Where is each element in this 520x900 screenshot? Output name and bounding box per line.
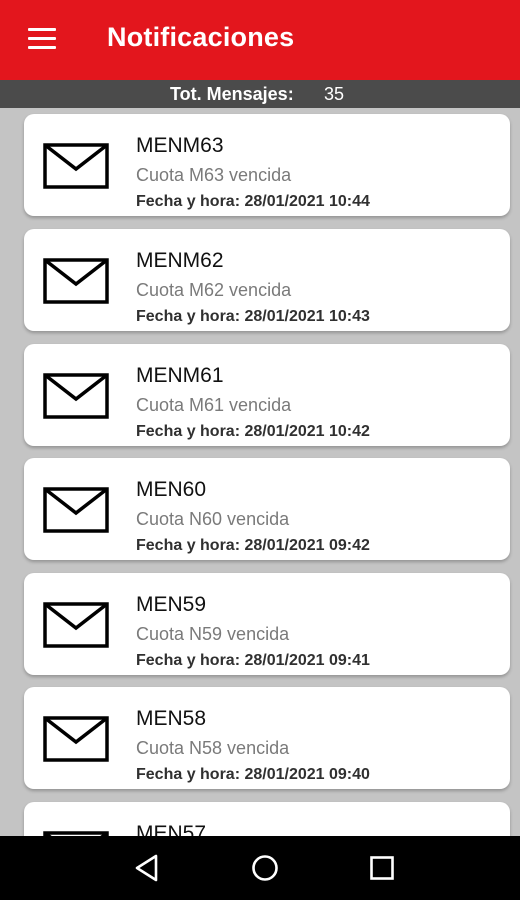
notification-subject: MEN60 (136, 478, 207, 501)
notification-card[interactable]: MEN59 Cuota N59 vencida Fecha y hora: 28… (24, 573, 510, 675)
envelope-icon (43, 602, 109, 648)
notification-message: Cuota N58 vencida (136, 738, 290, 758)
message-count-value: 35 (324, 84, 345, 104)
notification-subject: MENM63 (136, 134, 224, 157)
envelope-icon (43, 143, 109, 189)
notification-date: Fecha y hora: 28/01/2021 10:43 (136, 308, 370, 325)
envelope-icon (43, 487, 109, 533)
notification-date: Fecha y hora: 28/01/2021 10:44 (136, 193, 370, 210)
notification-message: Cuota M63 vencida (136, 165, 292, 185)
notification-card[interactable]: MENM61 Cuota M61 vencida Fecha y hora: 2… (24, 344, 510, 446)
system-navigation-bar (0, 836, 520, 900)
notification-date: Fecha y hora: 28/01/2021 10:42 (136, 423, 370, 440)
notification-message: Cuota M61 vencida (136, 395, 292, 415)
app-bar: Notificaciones (0, 0, 520, 80)
notification-message: Cuota M62 vencida (136, 280, 292, 300)
page-title: Notificaciones (107, 22, 295, 52)
hamburger-menu-icon[interactable] (28, 28, 56, 50)
envelope-icon (43, 258, 109, 304)
envelope-icon (43, 373, 109, 419)
notification-date: Fecha y hora: 28/01/2021 09:42 (136, 537, 370, 554)
notification-date: Fecha y hora: 28/01/2021 09:41 (136, 652, 370, 669)
back-triangle-icon[interactable] (131, 852, 163, 884)
notification-subject: MEN58 (136, 707, 207, 730)
envelope-icon (43, 716, 109, 762)
notification-subject: MEN59 (136, 593, 207, 616)
notification-list[interactable]: MENM63 Cuota M63 vencida Fecha y hora: 2… (0, 108, 520, 836)
notification-card[interactable]: MEN60 Cuota N60 vencida Fecha y hora: 28… (24, 458, 510, 560)
message-count-bar: Tot. Mensajes: 35 (0, 80, 520, 108)
notification-subject: MENM62 (136, 249, 224, 272)
notification-subject: MEN57 (136, 822, 207, 836)
notification-subject: MENM61 (136, 364, 224, 387)
notification-card[interactable]: MEN58 Cuota N58 vencida Fecha y hora: 28… (24, 687, 510, 789)
notification-card[interactable]: MENM62 Cuota M62 vencida Fecha y hora: 2… (24, 229, 510, 331)
message-count-label: Tot. Mensajes: (170, 84, 294, 104)
notification-card[interactable]: MENM63 Cuota M63 vencida Fecha y hora: 2… (24, 114, 510, 216)
recents-square-icon[interactable] (366, 852, 398, 884)
notification-card[interactable]: MEN57 (24, 802, 510, 836)
notification-message: Cuota N60 vencida (136, 509, 290, 529)
notification-date: Fecha y hora: 28/01/2021 09:40 (136, 766, 370, 783)
home-circle-icon[interactable] (249, 852, 281, 884)
notification-message: Cuota N59 vencida (136, 624, 290, 644)
